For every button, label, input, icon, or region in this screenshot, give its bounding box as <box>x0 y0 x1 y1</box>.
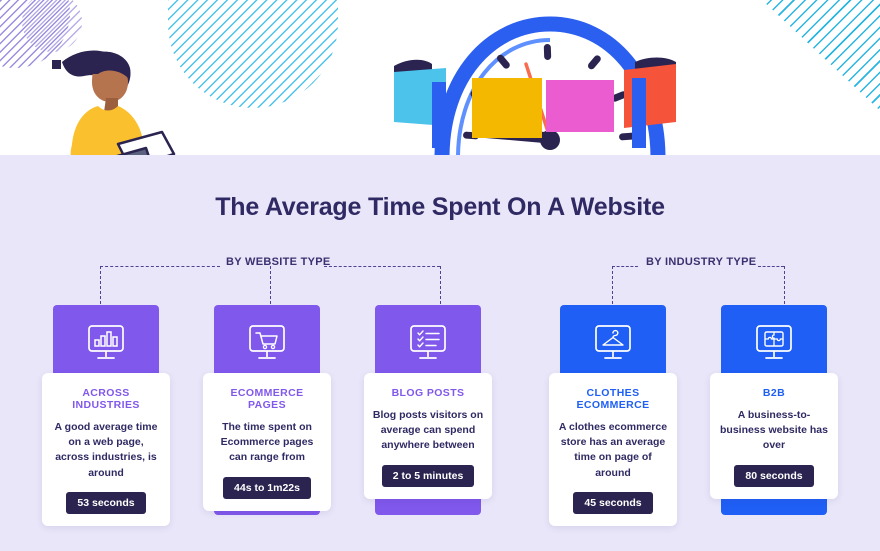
clock-with-colored-banners-illustration <box>380 10 720 155</box>
card-value-pill: 45 seconds <box>573 491 653 514</box>
card-description: Blog posts visitors on average can spend… <box>372 409 484 452</box>
card-kicker: ECOMMERCE PAGES <box>230 387 304 411</box>
page-title: The Average Time Spent On A Website <box>215 193 665 221</box>
card-value-pill: 53 seconds <box>66 491 146 514</box>
card-panel: CLOTHES ECOMMERCE A clothes ecommerce st… <box>549 373 677 526</box>
monitor-clothes-hanger-icon <box>560 305 666 383</box>
card-description: The time spent on Ecommerce pages can ra… <box>220 421 314 464</box>
card-value-pill: 80 seconds <box>734 464 814 487</box>
card-kicker: B2B <box>762 387 786 399</box>
card-panel: B2B A business-to-business website has o… <box>710 373 838 499</box>
card-kicker: ACROSS INDUSTRIES <box>72 387 140 411</box>
card-description: A clothes ecommerce store has an average… <box>558 421 668 479</box>
hero-band <box>0 0 880 155</box>
monitor-puzzle-icon <box>721 305 827 383</box>
card-kicker: CLOTHES ECOMMERCE <box>576 387 650 411</box>
monitor-checklist-icon <box>375 305 481 383</box>
section-header-website-type: BY WEBSITE TYPE <box>100 256 441 304</box>
card-value-pill: 44s to 1m22s <box>223 476 311 499</box>
card-kicker: BLOG POSTS <box>391 387 465 399</box>
card-panel: ECOMMERCE PAGES The time spent on Ecomme… <box>203 373 331 511</box>
card-description: A good average time on a web page, acros… <box>54 421 158 479</box>
card-description: A business-to-business website has over <box>720 409 828 452</box>
section-label: BY INDUSTRY TYPE <box>646 256 757 268</box>
monitor-shopping-cart-icon <box>214 305 320 383</box>
section-header-industry-type: BY INDUSTRY TYPE <box>612 256 785 304</box>
card-value-pill: 2 to 5 minutes <box>381 464 475 487</box>
section-label: BY WEBSITE TYPE <box>226 256 331 268</box>
card-panel: ACROSS INDUSTRIES A good average time on… <box>42 373 170 526</box>
infographic-canvas: The Average Time Spent On A Website BY W… <box>0 0 880 551</box>
card-panel: BLOG POSTS Blog posts visitors on averag… <box>364 373 492 499</box>
striped-corner-cyan-decoration <box>730 0 880 120</box>
woman-sitting-with-laptop-illustration <box>40 40 240 155</box>
monitor-bar-chart-icon <box>53 305 159 383</box>
